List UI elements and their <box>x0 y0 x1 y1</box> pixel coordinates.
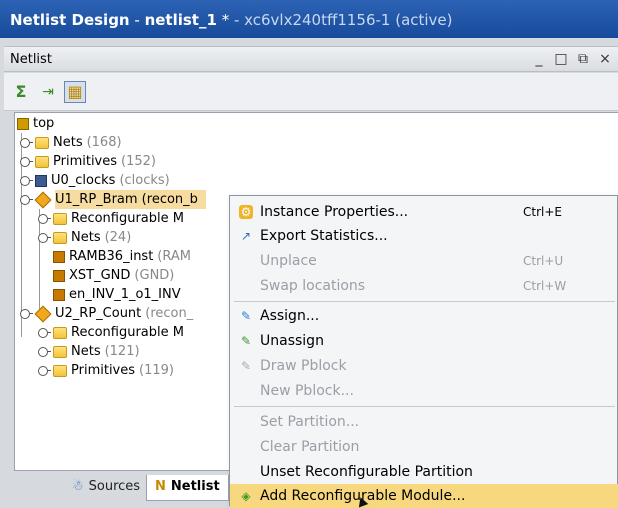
menu-separator <box>234 301 615 302</box>
instance-icon <box>35 174 47 187</box>
tree-node-reconfigurable-module-2[interactable]: Reconfigurable M <box>37 323 184 342</box>
tree-node-ramb36[interactable]: RAMB36_inst (RAM <box>53 247 191 266</box>
folder-icon <box>53 364 67 377</box>
folder-icon <box>53 345 67 358</box>
draw-pblock-icon: ✎ <box>240 359 252 373</box>
expand-toggle-icon[interactable] <box>37 327 51 339</box>
primitive-icon <box>53 250 65 263</box>
tab-netlist[interactable]: N Netlist <box>146 475 229 501</box>
menu-item-draw-pblock[interactable]: ✎ Draw Pblock <box>230 354 618 378</box>
primitive-icon <box>53 269 65 282</box>
menu-item-unplace[interactable]: Unplace Ctrl+U <box>230 249 618 273</box>
tree-node-nets[interactable]: Nets (168) <box>19 133 122 152</box>
pin-icon[interactable]: ▦ <box>64 80 86 103</box>
collapse-toggle-icon[interactable] <box>19 194 33 206</box>
expand-toggle-icon[interactable] <box>37 232 51 244</box>
menu-separator <box>234 406 615 407</box>
netlist-toolbar: Σ ⇥ ▦ <box>4 73 618 111</box>
primitive-icon <box>53 288 65 301</box>
menu-item-clear-partition[interactable]: Clear Partition <box>230 435 618 459</box>
panel-window-controls: _ □ ⧉ × <box>532 47 612 72</box>
properties-icon: ⚙ <box>239 205 253 219</box>
unassign-icon: ✎ <box>240 334 252 348</box>
folder-icon <box>35 136 49 149</box>
folder-icon <box>53 212 67 225</box>
menu-item-export-statistics[interactable]: ↗ Export Statistics... <box>230 224 618 248</box>
expand-toggle-icon[interactable] <box>37 213 51 225</box>
menu-item-set-partition[interactable]: Set Partition... <box>230 410 618 434</box>
export-icon: ↗ <box>240 229 252 243</box>
title-modified: * <box>216 11 234 29</box>
folder-icon <box>53 231 67 244</box>
window-titlebar: Netlist Design - netlist_1 * - xc6vlx240… <box>0 0 618 38</box>
minimize-icon[interactable]: _ <box>532 47 546 72</box>
sources-icon: ☃ <box>72 479 84 494</box>
top-module-icon <box>17 117 29 130</box>
partition-icon <box>34 191 52 208</box>
tree-node-top[interactable]: top <box>17 114 54 133</box>
tree-node-reconfigurable-module[interactable]: Reconfigurable M <box>37 209 184 228</box>
tab-sources[interactable]: ☃ Sources <box>64 475 148 501</box>
context-menu: ⚙ Instance Properties... Ctrl+E ↗ Export… <box>229 195 618 508</box>
restore-icon[interactable]: ⧉ <box>576 47 590 72</box>
tree-node-primitives[interactable]: Primitives (152) <box>19 152 156 171</box>
expand-all-icon[interactable]: ⇥ <box>37 81 59 103</box>
sigma-icon[interactable]: Σ <box>10 81 32 103</box>
tree-node-u0-clocks[interactable]: U0_clocks (clocks) <box>19 171 170 190</box>
tree-node-xst-gnd[interactable]: XST_GND (GND) <box>53 266 174 285</box>
menu-item-swap-locations[interactable]: Swap locations Ctrl+W <box>230 274 618 298</box>
panel-title: Netlist <box>10 52 52 67</box>
expand-toggle-icon[interactable] <box>19 137 33 149</box>
title-separator: - <box>129 11 145 29</box>
expand-toggle-icon[interactable] <box>19 175 33 187</box>
tree-node-u2-rp-count[interactable]: U2_RP_Count (recon_ <box>19 304 193 323</box>
expand-toggle-icon[interactable] <box>19 156 33 168</box>
title-main: Netlist Design <box>10 11 130 29</box>
assign-icon: ✎ <box>240 309 252 323</box>
netlist-panel-header: Netlist _ □ ⧉ × <box>4 46 618 72</box>
partition-icon <box>34 305 52 322</box>
close-icon[interactable]: × <box>598 47 612 72</box>
add-module-icon: ◈ <box>241 489 251 503</box>
tree-node-nets-121[interactable]: Nets (121) <box>37 342 140 361</box>
title-device: - xc6vlx240tff1156-1 (active) <box>233 11 453 29</box>
folder-icon <box>35 155 49 168</box>
expand-toggle-icon[interactable] <box>37 346 51 358</box>
title-file: netlist_1 <box>144 11 217 29</box>
expand-toggle-icon[interactable] <box>37 365 51 377</box>
menu-item-instance-properties[interactable]: ⚙ Instance Properties... Ctrl+E <box>230 200 618 224</box>
maximize-icon[interactable]: □ <box>554 47 568 72</box>
tree-node-primitives-119[interactable]: Primitives (119) <box>37 361 174 380</box>
collapse-toggle-icon[interactable] <box>19 308 33 320</box>
selected-node-label: U1_RP_Bram (recon_b <box>55 190 206 209</box>
menu-item-assign[interactable]: ✎ Assign... <box>230 304 618 328</box>
tree-node-en-inv[interactable]: en_INV_1_o1_INV <box>53 285 181 304</box>
menu-item-add-reconfigurable-module[interactable]: ◈ Add Reconfigurable Module... <box>230 484 618 508</box>
netlist-icon: N <box>155 479 166 494</box>
tree-node-nets-24[interactable]: Nets (24) <box>37 228 131 247</box>
tree-node-u1-rp-bram[interactable]: U1_RP_Bram (recon_b <box>19 190 206 209</box>
menu-item-unassign[interactable]: ✎ Unassign <box>230 329 618 353</box>
menu-item-new-pblock[interactable]: New Pblock... <box>230 379 618 403</box>
menu-item-unset-reconfigurable-partition[interactable]: Unset Reconfigurable Partition <box>230 460 618 484</box>
folder-icon <box>53 326 67 339</box>
